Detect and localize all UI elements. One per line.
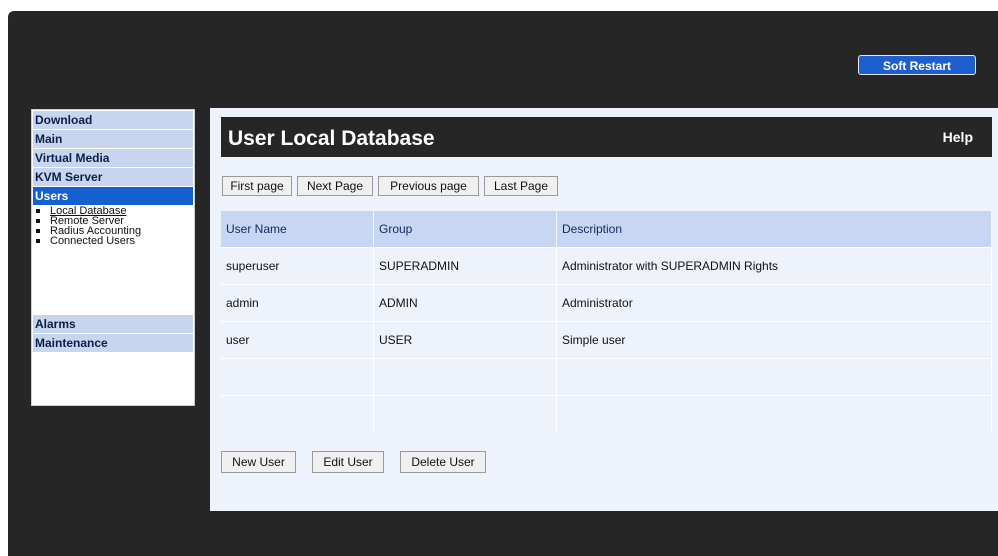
cell-description [556, 395, 992, 432]
previous-page-button[interactable]: Previous page [378, 176, 479, 196]
cell-user-name [221, 358, 374, 396]
table-row[interactable]: user USER Simple user [221, 321, 992, 359]
sidebar: Download Main Virtual Media KVM Server U… [31, 109, 195, 406]
table-row[interactable]: admin ADMIN Administrator [221, 284, 992, 322]
users-submenu: Local Database Remote Server Radius Acco… [32, 206, 194, 314]
table-row [221, 395, 992, 432]
cell-description: Administrator with SUPERADMIN Rights [556, 247, 992, 285]
column-header-user-name: User Name [221, 211, 374, 248]
cell-user-name: user [221, 321, 374, 359]
sidebar-item-kvm-server[interactable]: KVM Server [33, 168, 193, 186]
edit-user-button[interactable]: Edit User [312, 451, 384, 473]
help-link[interactable]: Help [943, 129, 973, 145]
sidebar-item-alarms[interactable]: Alarms [33, 315, 193, 333]
page-title: User Local Database [228, 127, 435, 150]
next-page-button[interactable]: Next Page [297, 176, 373, 196]
cell-group: SUPERADMIN [373, 247, 557, 285]
soft-restart-button[interactable]: Soft Restart [858, 55, 976, 75]
table-row[interactable]: superuser SUPERADMIN Administrator with … [221, 247, 992, 285]
sidebar-item-download[interactable]: Download [33, 111, 193, 129]
cell-description: Simple user [556, 321, 992, 359]
sidebar-item-virtual-media[interactable]: Virtual Media [33, 149, 193, 167]
content-panel: User Local Database Help First page Next… [210, 108, 998, 511]
cell-description: Administrator [556, 284, 992, 322]
cell-group: USER [373, 321, 557, 359]
cell-group [373, 358, 557, 396]
last-page-button[interactable]: Last Page [484, 176, 558, 196]
users-table: User Name Group Description superuser SU… [221, 211, 992, 432]
first-page-button[interactable]: First page [222, 176, 292, 196]
sidebar-item-users[interactable]: Users [33, 187, 193, 205]
column-header-description: Description [556, 211, 992, 248]
cell-group [373, 395, 557, 432]
cell-user-name: admin [221, 284, 374, 322]
cell-user-name: superuser [221, 247, 374, 285]
cell-group: ADMIN [373, 284, 557, 322]
new-user-button[interactable]: New User [221, 451, 296, 473]
sidebar-item-maintenance[interactable]: Maintenance [33, 334, 193, 352]
title-bar: User Local Database Help [221, 117, 992, 157]
delete-user-button[interactable]: Delete User [400, 451, 486, 473]
table-header-row: User Name Group Description [221, 211, 992, 248]
cell-user-name [221, 395, 374, 432]
sidebar-item-main[interactable]: Main [33, 130, 193, 148]
cell-description [556, 358, 992, 396]
table-row [221, 358, 992, 396]
column-header-group: Group [373, 211, 557, 248]
submenu-item-connected-users[interactable]: Connected Users [36, 236, 194, 247]
